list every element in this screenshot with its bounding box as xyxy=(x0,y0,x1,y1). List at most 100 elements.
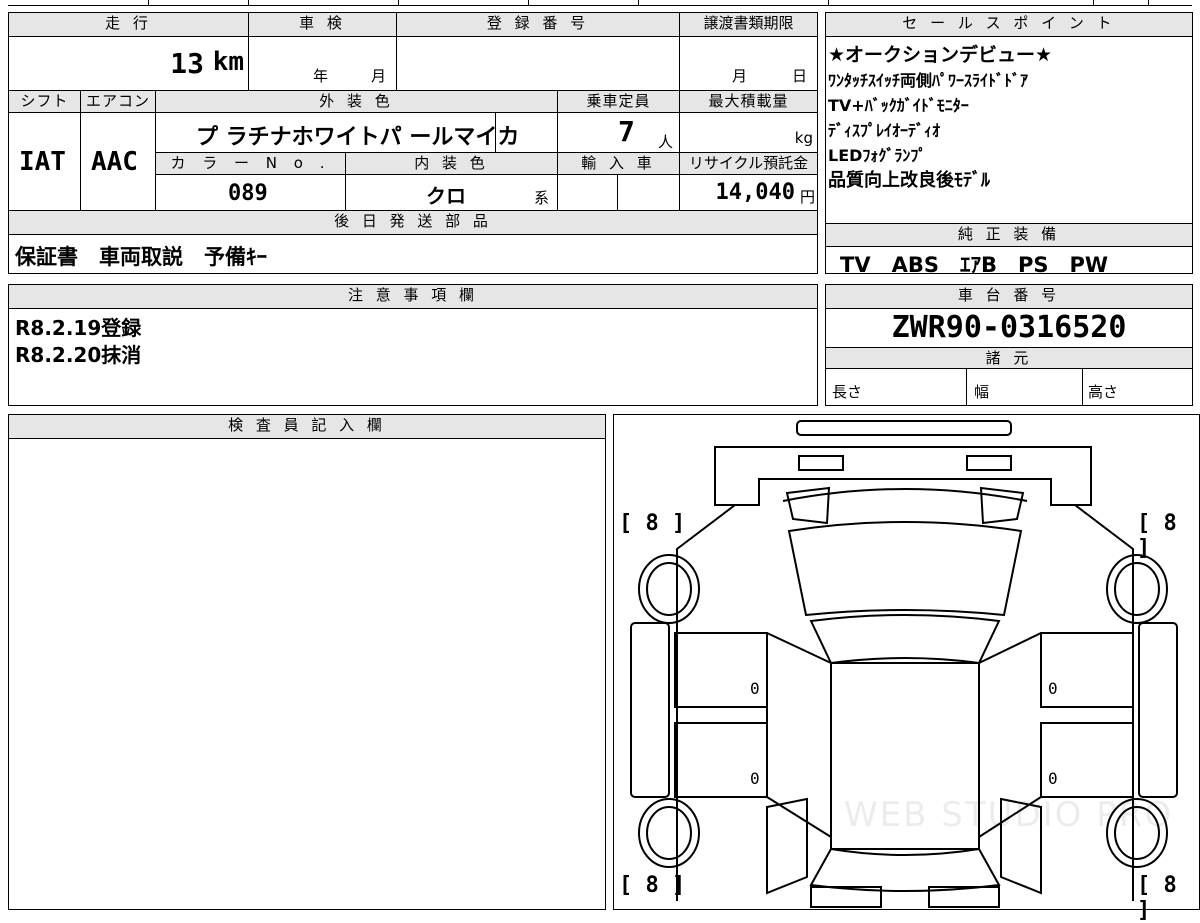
recycle-unit: 円 xyxy=(799,188,815,206)
door-front-right-mark: 0 xyxy=(1048,679,1058,698)
headlight-right xyxy=(979,486,1025,525)
color-no-cell: 089 xyxy=(156,175,346,211)
interior-color-cell: クロ 系 xyxy=(346,175,558,211)
door-front-left-mark: 0 xyxy=(750,679,760,698)
inspector-header: 検 査 員 記 入 欄 xyxy=(9,415,605,439)
exterior-color-header: 外 装 色 xyxy=(156,91,558,113)
inspection-cell: 年 月 xyxy=(249,37,397,91)
max-load-cell: kg xyxy=(680,113,817,153)
transfer-day-unit: 日 xyxy=(792,67,808,85)
windshield xyxy=(809,614,1001,665)
inspection-year-unit: 年 xyxy=(313,67,329,85)
mileage-header: 走 行 xyxy=(9,13,249,37)
exterior-color-extra-cell xyxy=(496,113,558,153)
chassis-panel: 車 台 番 号 ZWR90-0316520 諸 元 長さ 幅 高さ xyxy=(825,284,1193,406)
sales-point-line: 品質向上改良後ﾓﾃﾞﾙ xyxy=(828,170,990,191)
capacity-cell: 7 人 xyxy=(558,113,680,153)
interior-color-header: 内 装 色 xyxy=(346,153,558,175)
ac-cell: AAC xyxy=(81,113,156,211)
notes-header: 注 意 事 項 欄 xyxy=(9,285,817,309)
color-no-value: 089 xyxy=(228,181,268,206)
chassis-value: ZWR90-0316520 xyxy=(891,310,1127,345)
capacity-header: 乗車定員 xyxy=(558,91,680,113)
transfer-deadline-cell: 月 日 xyxy=(680,37,817,91)
top-strip xyxy=(8,0,1192,6)
registration-no-cell xyxy=(397,37,680,91)
inspector-panel: 検 査 員 記 入 欄 xyxy=(8,414,606,910)
door-rear-right-mark: 0 xyxy=(1048,769,1058,788)
max-load-unit: kg xyxy=(794,129,813,147)
rear-window xyxy=(809,847,1001,892)
note-line: R8.2.20抹消 xyxy=(15,343,142,367)
shift-value: IAT xyxy=(19,147,66,177)
color-no-header: カ ラ ー N o . xyxy=(156,153,346,175)
notes-panel: 注 意 事 項 欄 R8.2.19登録 R8.2.20抹消 xyxy=(8,284,818,406)
inspection-month-unit: 月 xyxy=(371,67,387,85)
tire-front-left-count: [ 8 ] xyxy=(619,511,686,536)
sales-points-panel: セ ー ル ス ポ イ ン ト ★オークションデビュー★ ﾜﾝﾀｯﾁｽｲｯﾁ両側… xyxy=(825,12,1193,277)
chassis-header: 車 台 番 号 xyxy=(826,285,1192,309)
width-label: 幅 xyxy=(974,383,990,401)
mileage-value: 13 xyxy=(170,47,204,80)
headlight-left xyxy=(785,486,831,525)
shift-header: シフト xyxy=(9,91,81,113)
exterior-color-value: プ ラチナホワイトパ ールマイカ xyxy=(196,125,520,150)
equipment-value: TV ABS ｴｱB PS PW xyxy=(840,253,1109,277)
later-parts-value: 保証書 車両取説 予備ｷｰ xyxy=(15,245,267,269)
registration-no-header: 登 録 番 号 xyxy=(397,13,680,37)
front-bumper-lip xyxy=(796,420,1012,436)
tire-front-right-count: [ 8 ] xyxy=(1137,511,1177,561)
hood xyxy=(787,521,1023,617)
front-bumper xyxy=(714,446,1092,506)
side-left xyxy=(630,622,670,798)
sales-point-line: TV+ﾊﾞｯｸｶﾞｲﾄﾞﾓﾆﾀｰ xyxy=(828,96,969,115)
recycle-header: リサイクル預託金 xyxy=(680,153,817,175)
import-header: 輸 入 車 xyxy=(558,153,680,175)
fog-lamp-right xyxy=(966,455,1012,471)
specs-row: 長さ 幅 高さ xyxy=(826,369,1192,405)
import-cell-a xyxy=(558,175,618,211)
sales-point-line: ﾜﾝﾀｯﾁｽｲｯﾁ両側ﾊﾟﾜｰｽﾗｲﾄﾞﾄﾞｱ xyxy=(828,71,1029,90)
body-diagram-panel: [ 8 ] [ 8 ] [ 8 ] [ 8 ] 0 0 0 0 WEB STUD… xyxy=(613,414,1200,923)
inspection-header: 車 検 xyxy=(249,13,397,37)
recycle-value: 14,040 xyxy=(715,180,795,205)
watermark: WEB STUDIO PRO xyxy=(844,795,1174,835)
sales-point-line: LEDﾌｫｸﾞﾗﾝﾌﾟ xyxy=(828,146,927,165)
capacity-unit: 人 xyxy=(658,133,674,151)
tire-rear-left-count: [ 8 ] xyxy=(619,873,686,898)
body-left-front xyxy=(676,504,736,901)
transfer-deadline-header: 譲渡書類期限 xyxy=(680,13,817,37)
height-label: 高さ xyxy=(1088,383,1119,401)
sales-point-line: ★オークションデビュー★ xyxy=(828,44,1053,66)
sales-points-list: ★オークションデビュー★ ﾜﾝﾀｯﾁｽｲｯﾁ両側ﾊﾟﾜｰｽﾗｲﾄﾞﾄﾞｱ TV+… xyxy=(828,43,1190,193)
fog-lamp-left xyxy=(798,455,844,471)
max-load-header: 最大積載量 xyxy=(680,91,817,113)
recycle-cell: 14,040 円 xyxy=(680,175,817,211)
tire-rear-right-count: [ 8 ] xyxy=(1137,873,1177,923)
shift-cell: IAT xyxy=(9,113,81,211)
door-rear-left-mark: 0 xyxy=(750,769,760,788)
sales-point-line: ﾃﾞｨｽﾌﾟﾚｲｵｰﾃﾞｨｵ xyxy=(828,121,941,140)
notes-list: R8.2.19登録 R8.2.20抹消 xyxy=(15,315,141,369)
side-right xyxy=(1138,622,1178,798)
left-door-edges xyxy=(766,632,832,838)
transfer-month-unit: 月 xyxy=(732,67,748,85)
grille-line xyxy=(782,488,1028,502)
later-parts-header: 後 日 発 送 部 品 xyxy=(9,211,817,235)
ac-value: AAC xyxy=(91,147,138,177)
body-right-front xyxy=(1074,504,1134,901)
exterior-color-cell: プ ラチナホワイトパ ールマイカ xyxy=(156,113,519,153)
import-cell-b xyxy=(618,175,680,211)
length-label: 長さ xyxy=(832,383,863,401)
capacity-value: 7 xyxy=(618,115,635,148)
rear-quarter-left xyxy=(766,797,808,895)
note-line: R8.2.19登録 xyxy=(15,316,142,340)
equipment-header: 純 正 装 備 xyxy=(826,223,1192,247)
interior-color-value: クロ xyxy=(426,184,466,208)
mileage-cell: 13 km xyxy=(9,37,249,91)
interior-color-suffix: 系 xyxy=(534,189,550,207)
specs-header: 諸 元 xyxy=(826,347,1192,369)
vehicle-info-table: 走 行 車 検 登 録 番 号 譲渡書類期限 13 km 年 月 月 日 シフト… xyxy=(8,12,818,274)
mileage-unit: km xyxy=(212,47,244,77)
ac-header: エアコン xyxy=(81,91,156,113)
